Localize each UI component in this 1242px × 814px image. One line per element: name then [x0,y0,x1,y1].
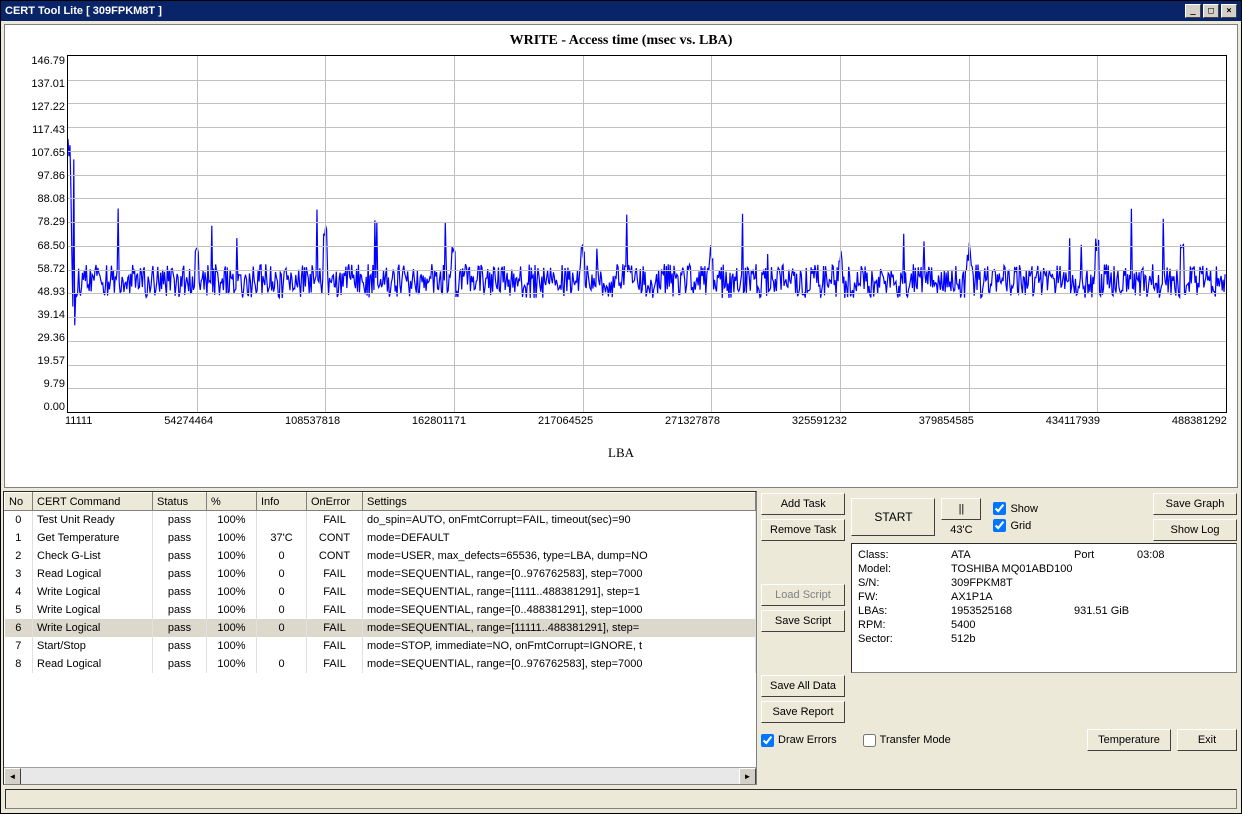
y-tick: 97.86 [15,170,65,182]
col-status[interactable]: Status [153,493,207,511]
draw-errors-checkbox[interactable]: Draw Errors [761,734,837,747]
status-bar [5,789,1237,809]
table-row[interactable]: 8Read Logicalpass100%0FAILmode=SEQUENTIA… [5,655,756,673]
save-script-button[interactable]: Save Script [761,610,845,632]
x-tick: 162801171 [412,415,466,429]
y-tick: 0.00 [15,401,65,413]
temperature-button[interactable]: Temperature [1087,729,1171,751]
app-window: CERT Tool Lite [ 309FPKM8T ] _ □ × WRITE… [0,0,1242,814]
x-tick: 11111 [65,415,92,429]
table-row[interactable]: 7Start/Stoppass100%FAILmode=STOP, immedi… [5,637,756,655]
temperature-readout: 43'C [941,524,981,536]
minimize-button[interactable]: _ [1185,4,1201,18]
table-row[interactable]: 4Write Logicalpass100%0FAILmode=SEQUENTI… [5,583,756,601]
save-report-button[interactable]: Save Report [761,701,845,723]
scroll-right-icon[interactable]: ► [739,768,756,785]
maximize-button[interactable]: □ [1203,4,1219,18]
exit-button[interactable]: Exit [1177,729,1237,751]
y-tick: 107.65 [15,147,65,159]
col-info[interactable]: Info [257,493,307,511]
x-tick: 54274464 [164,415,213,429]
scroll-left-icon[interactable]: ◄ [4,768,21,785]
y-tick: 58.72 [15,263,65,275]
grid-checkbox[interactable]: Grid [993,519,1038,532]
window-title: CERT Tool Lite [ 309FPKM8T ] [5,5,162,17]
col-certcommand[interactable]: CERT Command [33,493,153,511]
table-row[interactable]: 0Test Unit Readypass100%FAILdo_spin=AUTO… [5,511,756,529]
y-tick: 146.79 [15,55,65,67]
x-tick: 488381292 [1172,415,1227,429]
chart-title: WRITE - Access time (msec vs. LBA) [15,33,1227,49]
x-tick: 108537818 [285,415,340,429]
titlebar[interactable]: CERT Tool Lite [ 309FPKM8T ] _ □ × [1,1,1241,21]
y-tick: 88.08 [15,193,65,205]
y-tick: 68.50 [15,240,65,252]
add-task-button[interactable]: Add Task [761,493,845,515]
x-tick: 434117939 [1046,415,1100,429]
x-tick: 271327878 [665,415,720,429]
close-button[interactable]: × [1221,4,1237,18]
transfer-mode-checkbox[interactable]: Transfer Mode [863,734,951,747]
y-tick: 9.79 [15,378,65,390]
y-tick: 117.43 [15,124,65,136]
table-row[interactable]: 5Write Logicalpass100%0FAILmode=SEQUENTI… [5,601,756,619]
pause-button[interactable]: || [941,498,981,520]
show-checkbox[interactable]: Show [993,502,1038,515]
x-tick: 325591232 [792,415,847,429]
table-hscrollbar[interactable]: ◄ ► [4,767,756,784]
y-tick: 29.36 [15,332,65,344]
y-tick: 78.29 [15,216,65,228]
col-[interactable]: % [207,493,257,511]
load-script-button[interactable]: Load Script [761,584,845,606]
y-tick: 39.14 [15,309,65,321]
table-row[interactable]: 1Get Temperaturepass100%37'CCONTmode=DEF… [5,529,756,547]
drive-info-panel: Class:ATAPort03:08 Model:TOSHIBA MQ01ABD… [851,543,1237,673]
chart-xaxis-label: LBA [15,445,1227,461]
table-row[interactable]: 6Write Logicalpass100%0FAILmode=SEQUENTI… [5,619,756,637]
x-tick: 217064525 [538,415,593,429]
col-no[interactable]: No [5,493,33,511]
save-all-data-button[interactable]: Save All Data [761,675,845,697]
chart-panel: WRITE - Access time (msec vs. LBA) 146.7… [4,24,1238,488]
col-onerror[interactable]: OnError [307,493,363,511]
save-graph-button[interactable]: Save Graph [1153,493,1237,515]
start-button[interactable]: START [851,498,935,536]
table-row[interactable]: 2Check G-Listpass100%0CONTmode=USER, max… [5,547,756,565]
y-tick: 137.01 [15,78,65,90]
task-table[interactable]: NoCERT CommandStatus%InfoOnErrorSettings… [3,491,757,785]
y-tick: 19.57 [15,355,65,367]
col-settings[interactable]: Settings [363,493,756,511]
y-tick: 48.93 [15,286,65,298]
y-tick: 127.22 [15,101,65,113]
chart-plot[interactable]: 146.79 137.01 127.22 117.43 107.65 97.86 88.08… [15,55,1227,443]
remove-task-button[interactable]: Remove Task [761,519,845,541]
table-row[interactable]: 3Read Logicalpass100%0FAILmode=SEQUENTIA… [5,565,756,583]
show-log-button[interactable]: Show Log [1153,519,1237,541]
x-tick: 379854585 [919,415,974,429]
